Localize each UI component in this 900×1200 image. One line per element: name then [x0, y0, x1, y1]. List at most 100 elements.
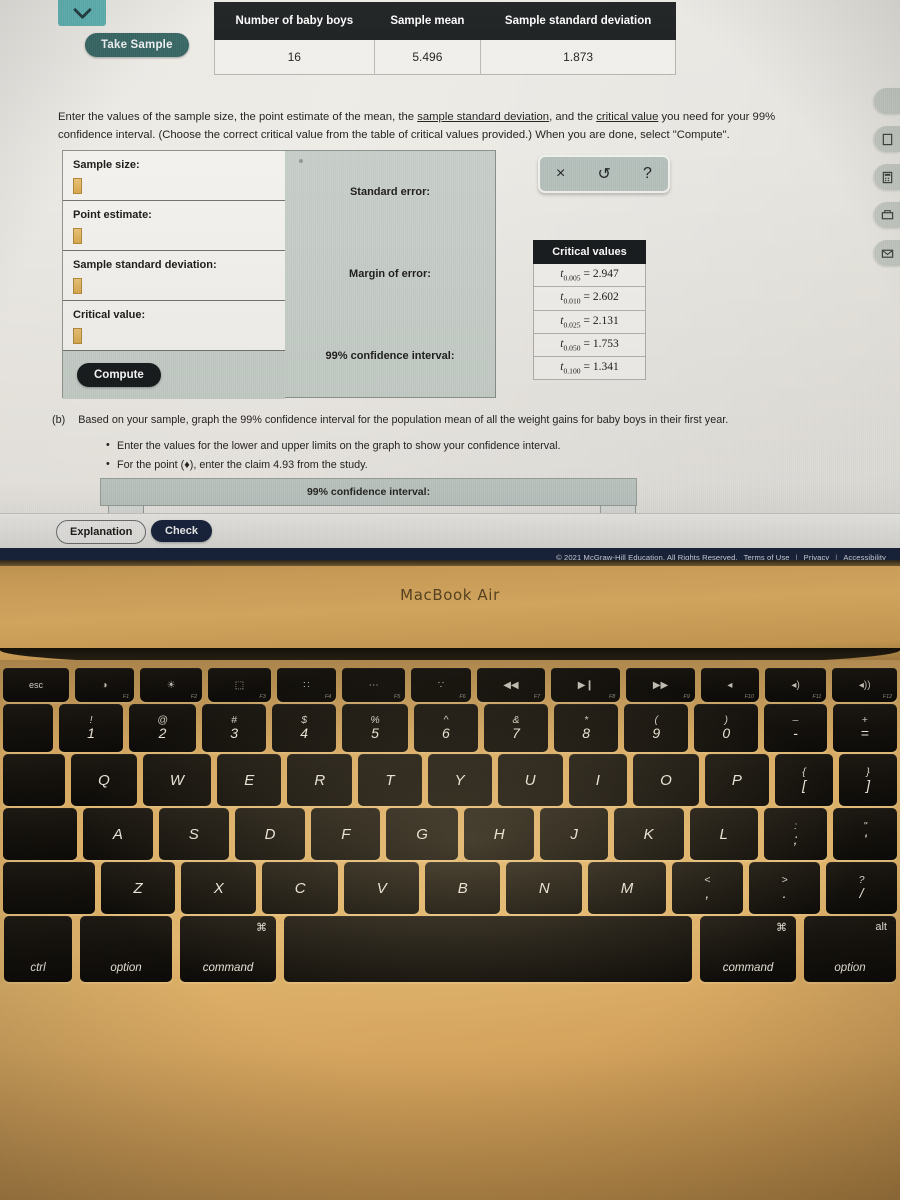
key-p[interactable]: P: [704, 754, 769, 806]
key-8[interactable]: * 8: [554, 704, 619, 752]
chevron-down-icon[interactable]: [58, 0, 106, 26]
key-f7[interactable]: ◀◀ F7: [476, 668, 546, 702]
compute-button[interactable]: Compute: [77, 363, 161, 387]
key-7[interactable]: & 7: [483, 704, 549, 752]
key-w[interactable]: W: [142, 754, 212, 806]
key-f1[interactable]: ◑ F1: [75, 668, 135, 702]
circle-icon[interactable]: [874, 88, 900, 114]
key-tilde[interactable]: [3, 704, 53, 752]
key-m[interactable]: M: [588, 862, 666, 914]
undo-icon[interactable]: ↺: [598, 164, 611, 184]
key-j[interactable]: J: [540, 808, 608, 860]
key-option[interactable]: alt option: [804, 916, 896, 982]
key-}-][interactable]: }]: [839, 754, 898, 806]
home-edge-key[interactable]: [3, 808, 77, 860]
key-2[interactable]: @2: [129, 704, 197, 752]
explanation-button[interactable]: Explanation: [56, 520, 147, 544]
key--[interactable]: – -: [764, 704, 827, 752]
zxcv-edge-key[interactable]: [3, 862, 95, 914]
key-9[interactable]: (9: [624, 704, 689, 752]
key-0[interactable]: ) 0: [694, 704, 759, 752]
note-icon[interactable]: [874, 126, 900, 152]
key-l[interactable]: L: [689, 808, 758, 860]
printer-icon[interactable]: [874, 202, 900, 228]
key-=[interactable]: + =: [832, 704, 897, 752]
key-b[interactable]: B: [425, 862, 501, 914]
key-1[interactable]: ! 1: [59, 704, 124, 752]
key-f3[interactable]: ⬚ F3: [208, 668, 271, 702]
key-3[interactable]: #3: [202, 704, 267, 752]
key-h[interactable]: H: [463, 808, 535, 860]
key-command[interactable]: ⌘ command: [700, 916, 796, 982]
key-d[interactable]: D: [234, 808, 306, 860]
key-y[interactable]: Y: [427, 754, 492, 806]
output-confidence-interval: 99% confidence interval:: [325, 350, 455, 362]
key-f12[interactable]: ◂)) F12: [832, 668, 898, 702]
key-6[interactable]: ^ 6: [413, 704, 478, 752]
key-q[interactable]: Q: [71, 754, 137, 806]
input-critical-value[interactable]: [73, 328, 82, 344]
key-u[interactable]: U: [497, 754, 563, 806]
field-row-sample-standard-deviation: Sample standard deviation:: [63, 251, 285, 301]
key-f4[interactable]: ∷ F4: [276, 668, 337, 702]
link-sample-standard-deviation[interactable]: sample standard deviation: [417, 111, 549, 123]
key-f6[interactable]: ∵ F6: [411, 668, 471, 702]
key-z[interactable]: Z: [101, 862, 176, 914]
key-f5[interactable]: ⋯ F5: [342, 668, 406, 702]
fn-glyph-icon: ∵: [437, 679, 445, 691]
key-a[interactable]: A: [83, 808, 153, 860]
help-icon[interactable]: ?: [643, 165, 652, 183]
key-k[interactable]: K: [613, 808, 684, 860]
key-space[interactable]: [284, 916, 692, 982]
take-sample-button[interactable]: Take Sample: [85, 33, 189, 57]
key-5[interactable]: % 5: [342, 704, 408, 752]
key-c[interactable]: C: [262, 862, 339, 914]
key-ctrl[interactable]: ctrl: [4, 916, 72, 982]
fn-key-label: F7: [533, 694, 541, 700]
calculator-footer: Compute: [63, 351, 285, 399]
key-dual-label: ! 1: [87, 714, 95, 742]
part-b-heading: (b) Based on your sample, graph the 99% …: [52, 412, 852, 429]
key->-.[interactable]: >.: [748, 862, 821, 914]
confidence-interval-graph-strip[interactable]: 99% confidence interval:: [100, 478, 637, 506]
key-:-;[interactable]: :;: [763, 808, 828, 860]
table-header-row: Number of baby boys Sample mean Sample s…: [214, 1, 676, 41]
key-t[interactable]: T: [358, 754, 422, 806]
key-f2[interactable]: ☀ F2: [140, 668, 203, 702]
qwerty-edge-key[interactable]: [3, 754, 65, 806]
input-point-estimate[interactable]: [73, 228, 82, 244]
key-f9[interactable]: ▶▶ F9: [626, 668, 695, 702]
key-i[interactable]: I: [568, 754, 628, 806]
key-{-[[interactable]: {[: [775, 754, 834, 806]
critical-value-cell: t0.025 = 2.131: [533, 309, 646, 334]
key-g[interactable]: G: [386, 808, 458, 860]
key-"-'[interactable]: " ': [833, 808, 897, 860]
key-f8[interactable]: ▶❙ F8: [551, 668, 621, 702]
key-word-label: option: [110, 962, 142, 974]
key-esc[interactable]: esc: [3, 668, 69, 702]
key-s[interactable]: S: [158, 808, 229, 860]
key-command[interactable]: ⌘ command: [180, 916, 276, 982]
key-<-,[interactable]: <,: [671, 862, 743, 914]
calculator-icon[interactable]: [874, 164, 900, 190]
key-v[interactable]: V: [344, 862, 420, 914]
input-sample-size[interactable]: [73, 178, 82, 194]
close-icon[interactable]: ×: [556, 165, 565, 183]
key-option[interactable]: option: [80, 916, 172, 982]
input-sample-standard-deviation[interactable]: [73, 278, 82, 294]
critical-value-cell: t0.010 = 2.602: [533, 286, 646, 311]
mail-icon[interactable]: [874, 240, 900, 266]
key-n[interactable]: N: [506, 862, 583, 914]
key-4[interactable]: $4: [272, 704, 337, 752]
link-critical-value[interactable]: critical value: [596, 111, 658, 123]
key-f[interactable]: F: [311, 808, 381, 860]
key-?-/[interactable]: ? /: [826, 862, 897, 914]
key-f10[interactable]: ◂ F10: [700, 668, 759, 702]
key-x[interactable]: X: [181, 862, 257, 914]
key-e[interactable]: E: [217, 754, 282, 806]
key-f11[interactable]: ◂) F11: [764, 668, 827, 702]
key-r[interactable]: R: [287, 754, 353, 806]
check-button[interactable]: Check: [151, 520, 213, 542]
key-o[interactable]: O: [633, 754, 699, 806]
keyboard-qwerty-row: Q W E R T Y U I O P {[}]: [0, 754, 900, 806]
